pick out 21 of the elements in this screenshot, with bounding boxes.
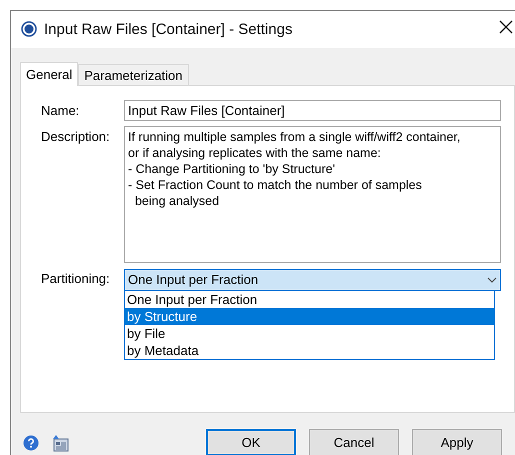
help-icon[interactable] xyxy=(23,434,39,450)
document-icon[interactable] xyxy=(51,434,69,452)
dialog-button[interactable]: Apply xyxy=(412,429,502,455)
tab[interactable]: General xyxy=(20,62,78,86)
description-field[interactable]: If running multiple samples from a single wiff/wiff2 container, or if analysing replicates with the same name: - Change Partitioning to 'by Structure' - Set Fraction Count to match the number of samples being analysed xyxy=(124,126,501,263)
dialog-button[interactable]: OK xyxy=(206,429,296,455)
name-field[interactable]: Input Raw Files [Container] xyxy=(124,100,501,121)
partitioning-dropdown[interactable]: One Input per Fraction xyxy=(124,268,501,291)
field-label: Description: xyxy=(40,128,111,144)
field-label: Partitioning: xyxy=(40,270,111,286)
dropdown-option[interactable]: by File xyxy=(125,324,494,342)
dropdown-option[interactable]: One Input per Fraction xyxy=(125,290,494,308)
app-icon xyxy=(21,21,37,38)
dropdown-option[interactable]: by Structure xyxy=(125,308,494,325)
field-label: Name: xyxy=(40,102,80,118)
window-title: Input Raw Files [Container] - Settings xyxy=(44,20,292,38)
dialog-button[interactable]: Cancel xyxy=(309,429,399,455)
tab[interactable]: Parameterization xyxy=(78,64,189,85)
dropdown-option[interactable]: by Metadata xyxy=(125,342,494,359)
chevron-icon xyxy=(487,276,497,283)
close-icon[interactable] xyxy=(499,20,513,34)
